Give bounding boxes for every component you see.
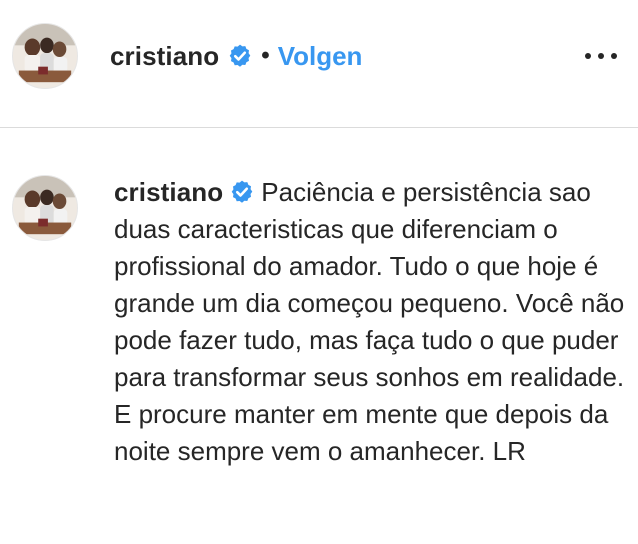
header-user-row: cristiano • Volgen	[110, 36, 362, 76]
verified-badge-icon	[229, 179, 255, 205]
caption-text: Paciência e persistência sao duas caract…	[114, 177, 625, 466]
verified-badge-icon	[227, 43, 253, 69]
username-link[interactable]: cristiano	[110, 41, 219, 72]
follow-button[interactable]: Volgen	[278, 41, 363, 72]
dot-icon	[585, 53, 591, 59]
separator-dot: •	[261, 42, 270, 69]
profile-photo-icon	[13, 24, 77, 88]
dot-icon	[598, 53, 604, 59]
post-header: cristiano • Volgen	[0, 0, 638, 128]
avatar[interactable]	[12, 23, 78, 89]
caption-text-block: cristiano Paciência e persistência sao du…	[114, 174, 629, 470]
more-options-icon[interactable]	[585, 44, 617, 68]
avatar[interactable]	[12, 175, 78, 241]
profile-photo-icon	[13, 176, 77, 240]
dot-icon	[611, 53, 617, 59]
caption-username-link[interactable]: cristiano	[114, 177, 223, 207]
